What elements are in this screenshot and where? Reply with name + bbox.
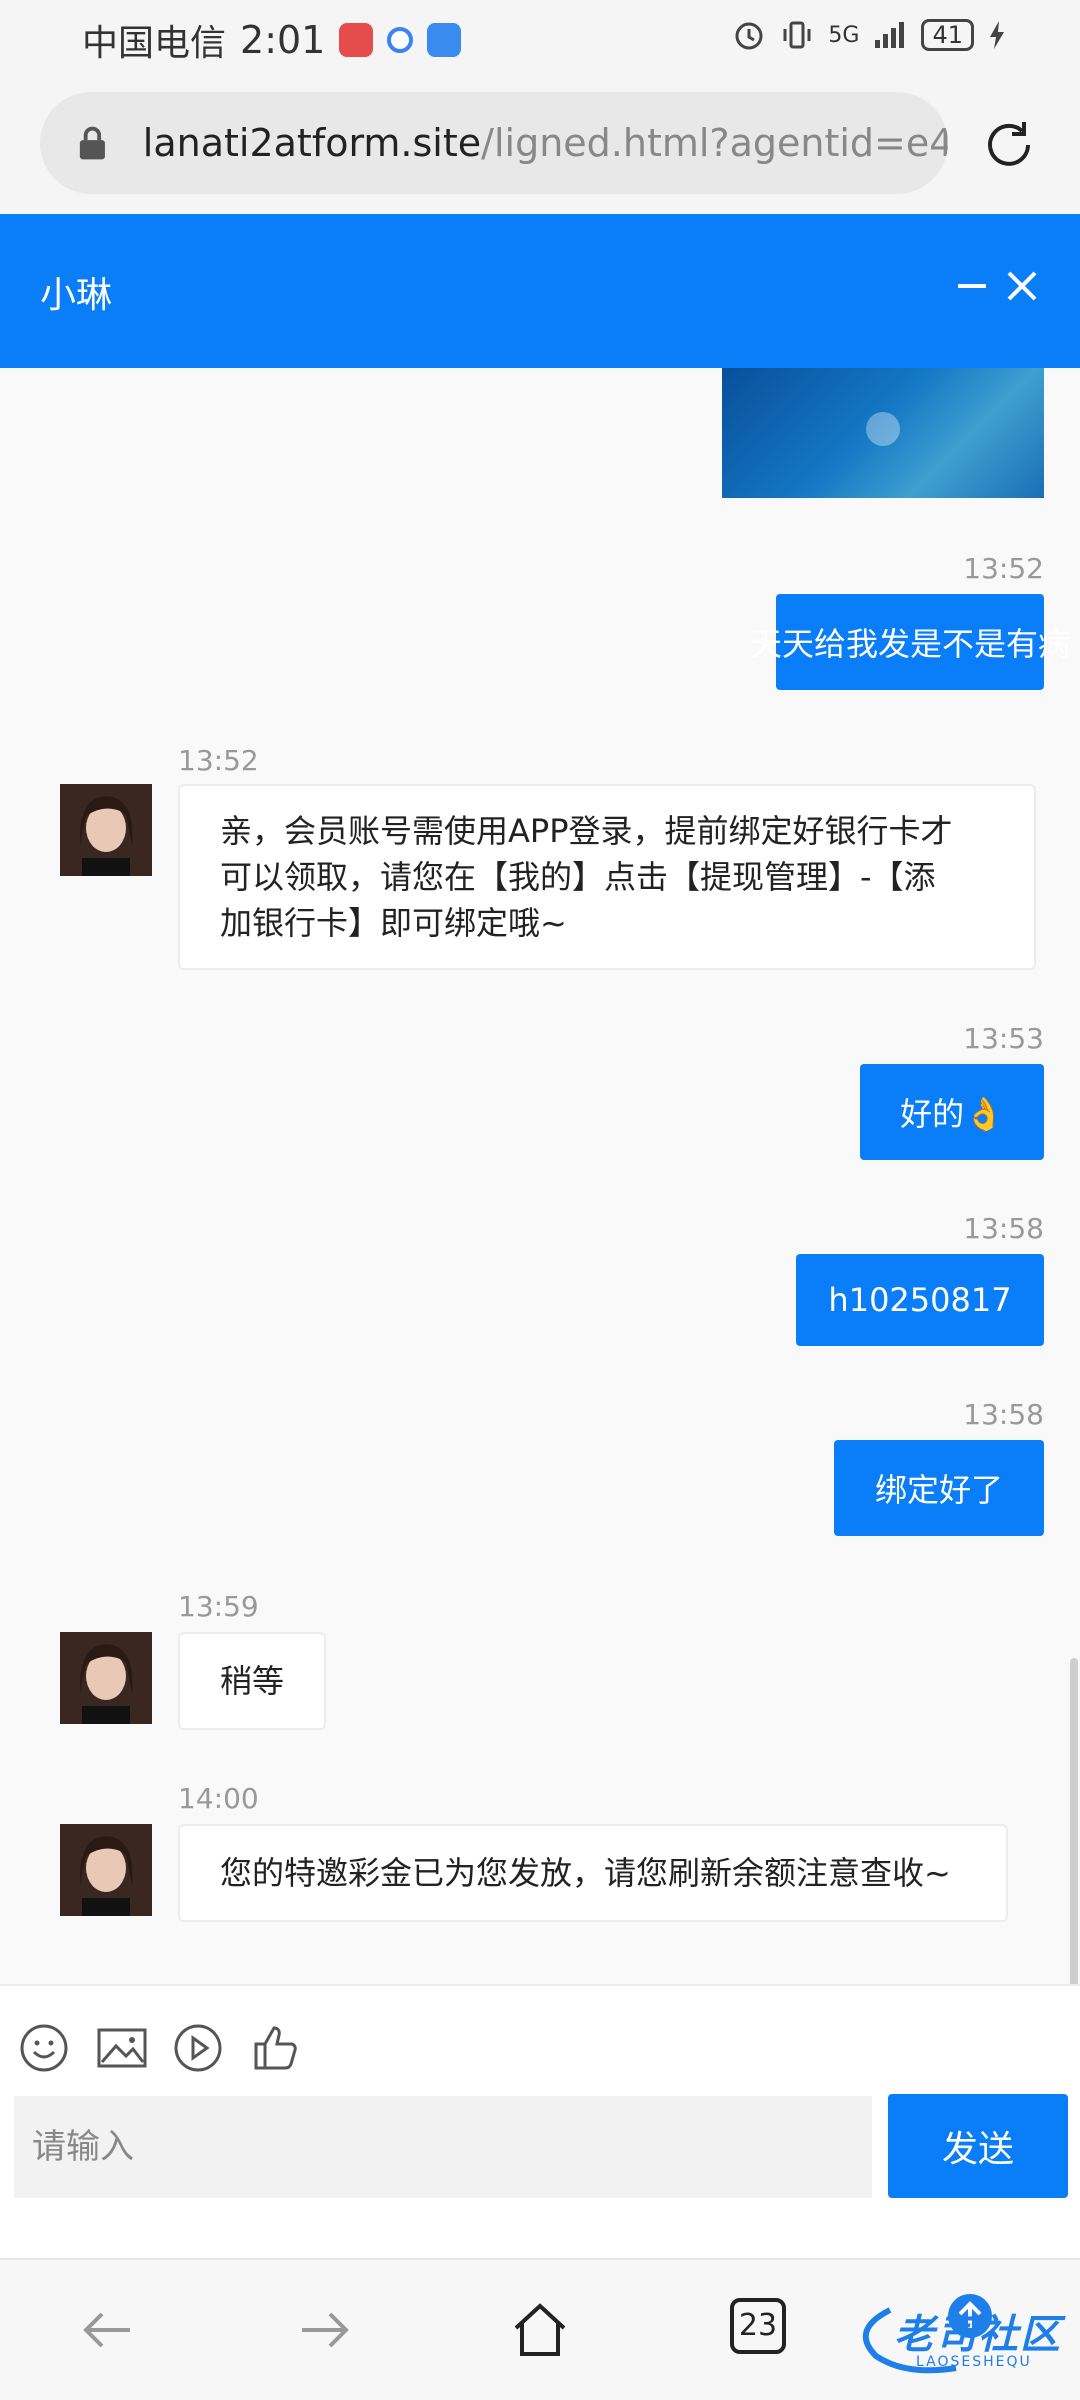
vibrate-icon (783, 21, 811, 49)
cloud-icon (427, 23, 462, 57)
clock: 2:01 (240, 18, 326, 62)
watermark-text: 老司社区 (894, 2312, 1062, 2358)
message-timestamp: 13:52 (963, 552, 1044, 585)
image-icon[interactable] (96, 2022, 148, 2074)
close-icon[interactable] (1000, 264, 1044, 308)
message-timestamp: 13:52 (178, 744, 259, 777)
outgoing-message[interactable]: h10250817 (796, 1254, 1044, 1346)
browser-bottom-nav: 23 老司社区 LAOSESHEQU (0, 2258, 1080, 2400)
battery-level: 41 (921, 19, 974, 51)
back-arrow-icon[interactable] (78, 2300, 138, 2360)
agent-avatar (60, 1632, 152, 1724)
send-button[interactable]: 发送 (888, 2094, 1068, 2198)
message-input[interactable] (14, 2096, 872, 2198)
video-icon[interactable] (172, 2022, 224, 2074)
trash-icon[interactable] (866, 412, 900, 446)
agent-avatar (60, 784, 152, 876)
home-icon[interactable] (510, 2300, 570, 2360)
tabs-count[interactable]: 23 (730, 2298, 786, 2354)
message-line: 亲，会员账号需使用APP登录，提前绑定好银行卡才 (220, 812, 953, 850)
chat-messages[interactable]: 13:52 天天给我发是不是有病 13:52 亲，会员账号需使用APP登录，提前… (0, 368, 1080, 1984)
address-bar[interactable]: lanati2atform.site/ligned.html?agentid=e… (40, 92, 948, 194)
message-line: 可以领取，请您在【我的】点击【提现管理】-【添 (220, 858, 936, 896)
forward-arrow-icon[interactable] (294, 2300, 354, 2360)
huawei-store-icon (339, 23, 374, 57)
outgoing-message[interactable]: 好的👌 (860, 1064, 1044, 1160)
emoji-icon[interactable] (18, 2022, 70, 2074)
image-message[interactable] (722, 368, 1044, 498)
message-timestamp: 13:53 (963, 1022, 1044, 1055)
status-right: 5G 41 (732, 18, 1006, 52)
thumbs-up-icon[interactable] (250, 2022, 302, 2074)
incoming-message[interactable]: 您的特邀彩金已为您发放，请您刷新余额注意查收~ (178, 1824, 1008, 1922)
signal-icon (875, 22, 905, 48)
watermark-subtext: LAOSESHEQU (916, 2354, 1032, 2370)
agent-name: 小琳 (40, 275, 113, 316)
carrier-label: 中国电信 (82, 23, 227, 64)
composer: 发送 (0, 1984, 1080, 2258)
url-text: lanati2atform.site/ligned.html?agentid=e… (143, 121, 948, 165)
alarm-icon (735, 22, 763, 50)
network-type: 5G (828, 22, 860, 48)
browser-toolbar: lanati2atform.site/ligned.html?agentid=e… (0, 80, 1080, 214)
message-line: 加银行卡】即可绑定哦~ (220, 904, 567, 942)
agent-avatar (60, 1824, 152, 1916)
status-left: 中国电信 2:01 (82, 14, 462, 66)
minimize-icon[interactable] (950, 264, 994, 308)
lock-icon (79, 126, 105, 160)
notification-app-icon (387, 27, 414, 53)
site-watermark: 老司社区 LAOSESHEQU (846, 2290, 1072, 2380)
message-timestamp: 14:00 (178, 1782, 259, 1815)
url-host: lanati2atform.site (142, 121, 482, 165)
message-timestamp: 13:59 (178, 1590, 259, 1623)
outgoing-message[interactable]: 绑定好了 (834, 1440, 1044, 1536)
charging-icon (990, 21, 1004, 49)
message-timestamp: 13:58 (963, 1398, 1044, 1431)
message-timestamp: 13:58 (963, 1212, 1044, 1245)
chat-header: 小琳 (0, 214, 1080, 368)
outgoing-message[interactable]: 天天给我发是不是有病 (750, 594, 1070, 690)
url-path: /ligned.html?agentid=e46 (481, 121, 948, 165)
reload-icon[interactable] (978, 114, 1040, 176)
chat-scrollbar[interactable] (1070, 1658, 1078, 1984)
status-bar: 中国电信 2:01 5G 41 (0, 0, 1080, 80)
incoming-message[interactable]: 稍等 (178, 1632, 326, 1730)
incoming-message[interactable]: 亲，会员账号需使用APP登录，提前绑定好银行卡才 可以领取，请您在【我的】点击【… (178, 784, 1036, 970)
